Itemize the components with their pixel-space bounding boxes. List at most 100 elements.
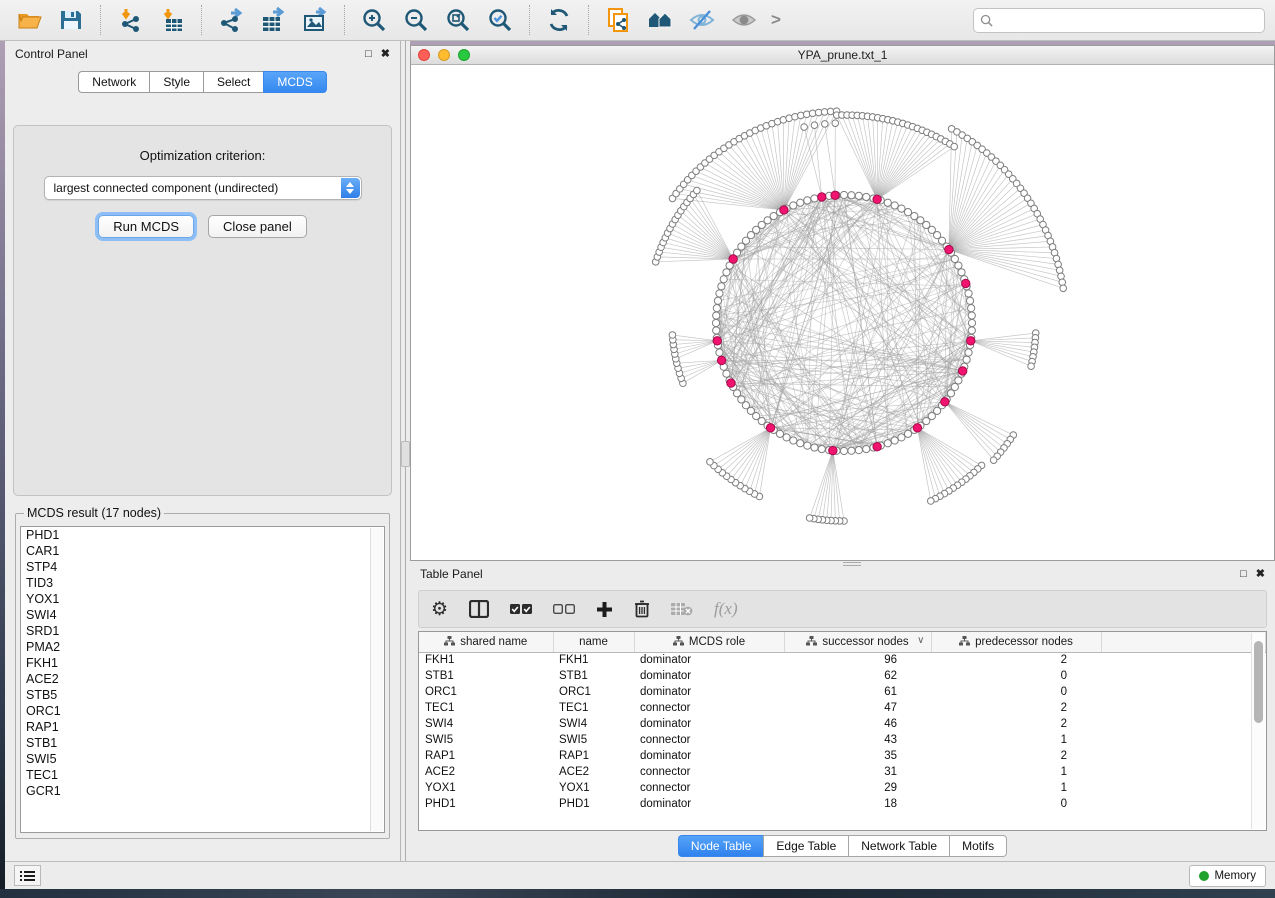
- float-panel-icon[interactable]: □: [365, 49, 372, 60]
- cell-shared_name: YOX1: [419, 780, 553, 796]
- table-row[interactable]: ORC1ORC1dominator610: [419, 684, 1266, 700]
- select-all-columns-icon[interactable]: [510, 604, 532, 615]
- mcds-result-item[interactable]: STB1: [21, 735, 384, 751]
- mcds-list-scrollbar[interactable]: [370, 528, 383, 831]
- mcds-result-item[interactable]: TEC1: [21, 767, 384, 783]
- tab-motifs[interactable]: Motifs: [949, 835, 1007, 857]
- table-row[interactable]: SWI4SWI4dominator462: [419, 716, 1266, 732]
- close-panel-icon[interactable]: ✖: [381, 49, 390, 60]
- tab-select[interactable]: Select: [203, 71, 263, 93]
- mcds-result-item[interactable]: ACE2: [21, 671, 384, 687]
- table-row[interactable]: RAP1RAP1dominator352: [419, 748, 1266, 764]
- cell-successor_nodes: 47: [784, 700, 931, 716]
- mcds-result-item[interactable]: SRD1: [21, 623, 384, 639]
- zoom-in-icon[interactable]: [355, 3, 393, 37]
- column-header-name[interactable]: name: [553, 632, 634, 652]
- mcds-result-item[interactable]: PHD1: [21, 527, 384, 543]
- cell-mcds_role: dominator: [634, 684, 784, 700]
- show-all-icon[interactable]: [725, 3, 763, 37]
- run-mcds-button[interactable]: Run MCDS: [98, 215, 194, 238]
- memory-button[interactable]: Memory: [1189, 865, 1266, 887]
- save-session-icon[interactable]: [52, 3, 90, 37]
- mcds-result-item[interactable]: SWI5: [21, 751, 384, 767]
- column-header-predecessor-nodes[interactable]: predecessor nodes: [931, 632, 1101, 652]
- delete-table-icon[interactable]: [671, 602, 693, 616]
- zoom-out-icon[interactable]: [397, 3, 435, 37]
- mcds-result-item[interactable]: TID3: [21, 575, 384, 591]
- mcds-result-item[interactable]: SWI4: [21, 607, 384, 623]
- cell-successor_nodes: 43: [784, 732, 931, 748]
- search-input[interactable]: [998, 13, 1258, 27]
- mcds-result-item[interactable]: ORC1: [21, 703, 384, 719]
- table-row[interactable]: YOX1YOX1connector291: [419, 780, 1266, 796]
- table-row[interactable]: ACE2ACE2connector311: [419, 764, 1266, 780]
- clone-network-icon[interactable]: [599, 3, 637, 37]
- search-box: [973, 8, 1265, 33]
- tab-mcds[interactable]: MCDS: [263, 71, 326, 93]
- cell-shared_name: PHD1: [419, 796, 553, 812]
- mcds-result-item[interactable]: YOX1: [21, 591, 384, 607]
- tab-node-table[interactable]: Node Table: [678, 835, 764, 857]
- main-toolbar: >: [0, 0, 1275, 41]
- import-network-icon[interactable]: [111, 3, 149, 37]
- export-network-icon[interactable]: [212, 3, 250, 37]
- first-neighbors-icon[interactable]: [641, 3, 679, 37]
- export-table-icon[interactable]: [254, 3, 292, 37]
- column-header-shared-name[interactable]: shared name: [419, 632, 553, 652]
- table-scrollbar-thumb[interactable]: [1254, 641, 1263, 723]
- toolbar-overflow-chevron[interactable]: >: [767, 10, 785, 30]
- table-row[interactable]: STB1STB1dominator620: [419, 668, 1266, 684]
- table-scrollbar[interactable]: [1251, 633, 1265, 829]
- task-history-button[interactable]: [14, 865, 41, 886]
- unselect-all-columns-icon[interactable]: [553, 604, 575, 615]
- column-header-successor-nodes[interactable]: successor nodes∨: [784, 632, 931, 652]
- close-table-panel-icon[interactable]: ✖: [1256, 569, 1265, 580]
- table-row[interactable]: SWI5SWI5connector431: [419, 732, 1266, 748]
- delete-columns-icon[interactable]: [634, 600, 650, 618]
- mcds-result-item[interactable]: GCR1: [21, 783, 384, 799]
- export-image-icon[interactable]: [296, 3, 334, 37]
- network-window-titlebar[interactable]: YPA_prune.txt_1: [411, 46, 1274, 65]
- search-icon: [980, 14, 993, 27]
- network-canvas[interactable]: [411, 65, 1274, 560]
- add-column-icon[interactable]: [596, 601, 613, 618]
- optimization-criterion-select[interactable]: largest connected component (undirected): [44, 176, 362, 200]
- mcds-result-item[interactable]: STB5: [21, 687, 384, 703]
- close-panel-button[interactable]: Close panel: [208, 215, 307, 238]
- memory-label: Memory: [1214, 870, 1256, 882]
- tab-network[interactable]: Network: [78, 71, 149, 93]
- table-settings-gear-icon[interactable]: ⚙: [431, 600, 448, 619]
- cell-successor_nodes: 35: [784, 748, 931, 764]
- mcds-result-item[interactable]: FKH1: [21, 655, 384, 671]
- cell-predecessor_nodes: 2: [931, 700, 1101, 716]
- column-header-MCDS-role[interactable]: MCDS role: [634, 632, 784, 652]
- table-panel-grip[interactable]: [843, 562, 861, 566]
- toggle-columns-icon[interactable]: [469, 600, 489, 618]
- float-table-panel-icon[interactable]: □: [1240, 569, 1247, 580]
- cell-predecessor_nodes: 1: [931, 764, 1101, 780]
- table-panel: Table Panel □ ✖ ⚙: [410, 561, 1275, 861]
- refresh-view-icon[interactable]: [540, 3, 578, 37]
- cell-mcds_role: dominator: [634, 796, 784, 812]
- open-file-icon[interactable]: [10, 3, 48, 37]
- tab-edge-table[interactable]: Edge Table: [763, 835, 848, 857]
- mcds-result-group: MCDS result (17 nodes) PHD1CAR1STP4TID3Y…: [15, 506, 390, 839]
- table-row[interactable]: PHD1PHD1dominator180: [419, 796, 1266, 812]
- import-table-icon[interactable]: [153, 3, 191, 37]
- tab-network-table[interactable]: Network Table: [848, 835, 949, 857]
- divider-grip[interactable]: [401, 441, 410, 467]
- network-graph[interactable]: [411, 65, 1274, 560]
- table-row[interactable]: FKH1FKH1dominator962: [419, 652, 1266, 668]
- function-builder-icon[interactable]: f(x): [714, 599, 738, 619]
- zoom-fit-icon[interactable]: [439, 3, 477, 37]
- mcds-result-item[interactable]: PMA2: [21, 639, 384, 655]
- mcds-result-item[interactable]: CAR1: [21, 543, 384, 559]
- table-row[interactable]: TEC1TEC1connector472: [419, 700, 1266, 716]
- tab-style[interactable]: Style: [149, 71, 203, 93]
- cell-successor_nodes: 61: [784, 684, 931, 700]
- mcds-result-item[interactable]: STP4: [21, 559, 384, 575]
- hide-selected-icon[interactable]: [683, 3, 721, 37]
- zoom-selected-icon[interactable]: [481, 3, 519, 37]
- cell-mcds_role: connector: [634, 732, 784, 748]
- mcds-result-item[interactable]: RAP1: [21, 719, 384, 735]
